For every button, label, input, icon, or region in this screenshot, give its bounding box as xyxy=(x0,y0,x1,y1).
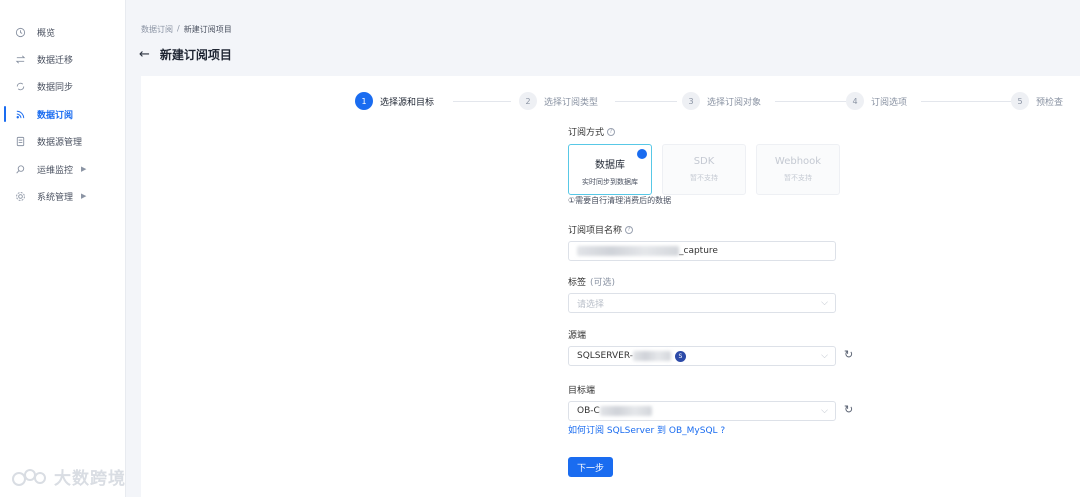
mode-title: SDK xyxy=(693,156,715,167)
step-number: 4 xyxy=(846,92,864,110)
help-link[interactable]: 如何订阅 SQLServer 到 OB_MySQL ? xyxy=(568,423,725,436)
sync-icon xyxy=(13,79,27,93)
sidebar-item-label: 数据源管理 xyxy=(37,137,83,148)
sidebar: 概览 数据迁移 数据同步 数据订阅 数据源管理 运维监控 ▶ 系统管理 ▶ xyxy=(0,0,126,497)
project-name-input[interactable]: _capture xyxy=(568,241,836,261)
step-label: 选择订阅对象 xyxy=(707,97,762,108)
subscribe-icon xyxy=(13,107,27,121)
step-connector xyxy=(453,101,511,102)
step-connector xyxy=(921,101,1013,102)
step-label: 订阅选项 xyxy=(871,97,908,108)
step-3: 3 选择订阅对象 xyxy=(682,92,761,110)
sidebar-item-label: 数据同步 xyxy=(37,82,74,93)
sidebar-item-label: 数据迁移 xyxy=(37,55,74,66)
chevron-right-icon: ▶ xyxy=(81,192,87,200)
main-content: 1 选择源和目标 2 选择订阅类型 3 选择订阅对象 4 订阅选项 5 预检查 … xyxy=(141,76,1080,497)
step-connector xyxy=(615,101,677,102)
redacted-text xyxy=(632,351,671,361)
help-icon[interactable]: ? xyxy=(625,225,634,234)
chevron-right-icon: ▶ xyxy=(81,165,87,173)
db-type-badge: S xyxy=(674,350,686,362)
chevron-down-icon: ⌵ xyxy=(821,351,828,361)
tag-select[interactable]: 请选择 ⌵ xyxy=(568,293,836,313)
watermark: 大数跨境 xyxy=(10,464,126,489)
help-icon[interactable]: ? xyxy=(607,127,616,136)
step-label: 预检查 xyxy=(1036,97,1064,108)
refresh-target-icon[interactable]: ↻ xyxy=(844,403,853,416)
step-5: 5 预检查 xyxy=(1011,92,1063,110)
source-value: SQLSERVER- xyxy=(577,351,633,361)
mode-subtitle: 实时同步到数据库 xyxy=(582,178,638,186)
step-label: 选择订阅类型 xyxy=(544,97,599,108)
redacted-text xyxy=(577,246,679,256)
sidebar-item-subscription[interactable]: 数据订阅 xyxy=(0,102,126,126)
refresh-source-icon[interactable]: ↻ xyxy=(844,348,853,361)
datasource-icon xyxy=(13,134,27,148)
watermark-logo-icon xyxy=(12,468,46,486)
sidebar-item-migration[interactable]: 数据迁移 xyxy=(0,47,126,71)
step-indicator: 1 选择源和目标 2 选择订阅类型 3 选择订阅对象 4 订阅选项 5 预检查 xyxy=(355,92,1080,112)
breadcrumb-current: 新建订阅项目 xyxy=(183,25,232,34)
target-value: OB-C xyxy=(577,406,600,416)
mode-label-text: 订阅方式 xyxy=(568,128,605,138)
next-button[interactable]: 下一步 xyxy=(568,457,613,477)
settings-icon xyxy=(13,189,27,203)
mode-notice: ①需要自行清理消费后的数据 xyxy=(568,196,672,205)
sidebar-item-label: 系统管理 xyxy=(37,192,74,203)
step-connector xyxy=(775,101,847,102)
page-header: 数据订阅 / 新建订阅项目 ← 新建订阅项目 xyxy=(127,8,1080,76)
project-name-suffix: _capture xyxy=(679,246,718,256)
sidebar-item-label: 数据订阅 xyxy=(37,110,74,121)
step-4: 4 订阅选项 xyxy=(846,92,907,110)
transfer-icon xyxy=(13,52,27,66)
breadcrumb-separator: / xyxy=(177,24,180,33)
optional-hint: (可选) xyxy=(590,278,616,288)
mode-subtitle: 暂不支持 xyxy=(690,174,718,182)
arrow-left-icon[interactable]: ← xyxy=(139,47,150,62)
source-select[interactable]: SQLSERVER- S ⌵ xyxy=(568,346,836,366)
name-label-text: 订阅项目名称 xyxy=(568,226,623,236)
page-title: 新建订阅项目 xyxy=(159,48,232,62)
chevron-down-icon: ⌵ xyxy=(821,298,828,308)
sidebar-item-label: 运维监控 xyxy=(37,165,74,176)
monitor-icon xyxy=(13,162,27,176)
sidebar-item-sync[interactable]: 数据同步 xyxy=(0,74,126,98)
clock-icon xyxy=(13,25,27,39)
name-label: 订阅项目名称 ? xyxy=(568,223,634,236)
step-number: 2 xyxy=(519,92,537,110)
step-2: 2 选择订阅类型 xyxy=(519,92,598,110)
sidebar-item-overview[interactable]: 概览 xyxy=(0,20,126,44)
mode-subtitle: 暂不支持 xyxy=(784,174,812,182)
step-1: 1 选择源和目标 xyxy=(355,92,434,110)
target-label: 目标端 xyxy=(568,386,596,396)
sidebar-item-label: 概览 xyxy=(37,28,56,39)
sidebar-item-system[interactable]: 系统管理 ▶ xyxy=(0,184,126,208)
redacted-text xyxy=(599,406,652,416)
mode-label: 订阅方式 ? xyxy=(568,125,616,138)
target-select[interactable]: OB-C ⌵ xyxy=(568,401,836,421)
sidebar-item-monitor[interactable]: 运维监控 ▶ xyxy=(0,157,126,181)
tag-placeholder: 请选择 xyxy=(577,299,605,310)
breadcrumb: 数据订阅 / 新建订阅项目 xyxy=(141,24,232,35)
watermark-text: 大数跨境 xyxy=(54,469,126,489)
mode-title: Webhook xyxy=(774,156,822,167)
tag-label-text: 标签 xyxy=(568,278,587,288)
step-number: 3 xyxy=(682,92,700,110)
step-number: 5 xyxy=(1011,92,1029,110)
mode-card-database[interactable]: 数据库 实时同步到数据库 xyxy=(568,144,652,195)
chevron-down-icon: ⌵ xyxy=(821,406,828,416)
step-label: 选择源和目标 xyxy=(380,97,435,108)
source-label: 源端 xyxy=(568,331,587,341)
mode-card-webhook[interactable]: Webhook 暂不支持 xyxy=(756,144,840,195)
sidebar-item-datasource[interactable]: 数据源管理 xyxy=(0,129,126,153)
tag-label: 标签 (可选) xyxy=(568,275,615,288)
mode-card-sdk[interactable]: SDK 暂不支持 xyxy=(662,144,746,195)
selected-indicator-icon xyxy=(637,149,647,159)
breadcrumb-link[interactable]: 数据订阅 xyxy=(141,24,173,35)
step-number: 1 xyxy=(355,92,373,110)
